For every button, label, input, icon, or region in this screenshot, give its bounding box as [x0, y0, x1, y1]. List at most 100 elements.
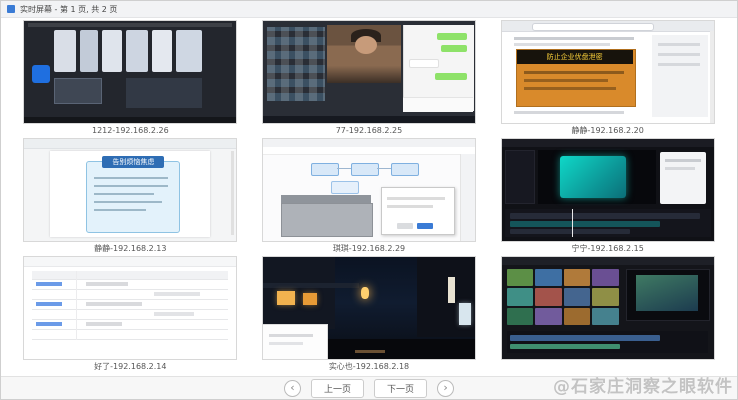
toolbar: [24, 257, 236, 267]
table-row-line: [32, 289, 228, 290]
editor-topbar: [502, 139, 714, 147]
screen-caption: 77-192.168.2.25: [336, 125, 403, 137]
next-page-button[interactable]: 下一页: [374, 379, 427, 398]
media-tile: [592, 308, 619, 325]
media-tile: [564, 288, 591, 305]
address-bar: [532, 23, 654, 31]
mini-window: [126, 78, 202, 108]
table-cell-text: [154, 292, 200, 296]
roof-line: [263, 283, 359, 288]
next-page-arrow-button[interactable]: ›: [437, 380, 454, 397]
screen-thumbnail-3[interactable]: 防止企业优盘泄密: [502, 21, 714, 123]
sidebar-panel: [652, 35, 708, 117]
flowchart-connector: [377, 168, 391, 169]
note-title-text: 告别烦恼焦虑: [112, 157, 154, 167]
screen-caption: 好了-192.168.2.14: [94, 361, 166, 373]
screen-thumbnail-8[interactable]: [263, 257, 475, 359]
screen-caption: 宁宁-192.168.2.15: [571, 243, 643, 255]
sidebar-line: [658, 43, 700, 46]
overlapping-window: [281, 203, 373, 237]
table-cell-text: [154, 312, 194, 316]
screen-cell: 1212-192.168.2.26: [24, 21, 236, 137]
timeline-track: [510, 213, 700, 219]
playhead: [572, 209, 573, 237]
screen-thumbnail-1[interactable]: [24, 21, 236, 123]
media-tile: [507, 308, 534, 325]
flowchart-connector: [337, 168, 351, 169]
vertical-sign: [448, 277, 455, 303]
editor-topbar: [502, 257, 714, 265]
screen-thumbnail-2[interactable]: [263, 21, 475, 123]
mini-window: [54, 78, 102, 104]
note-card: [86, 161, 180, 233]
screen-thumbnail-6[interactable]: [502, 139, 714, 241]
table-row-line: [32, 299, 228, 300]
media-grid: [507, 269, 619, 325]
lit-window: [303, 293, 317, 305]
poster-text-line: [524, 71, 624, 74]
screen-cell: 防止企业优盘泄密 静静-192.168.2.20: [502, 21, 714, 137]
table-row-line: [32, 279, 228, 280]
note-ribbon: 告别烦恼焦虑: [102, 156, 164, 168]
poster-banner-text: 防止企业优盘泄密: [547, 52, 603, 62]
window-text-line: [269, 342, 303, 345]
media-tile: [535, 288, 562, 305]
table-link: [36, 322, 62, 326]
screen-thumbnail-4[interactable]: 告别烦恼焦虑: [24, 139, 236, 241]
app-logo-icon: [32, 65, 50, 83]
mini-taskbar: [24, 117, 236, 123]
screen-cell: 实心也-192.168.2.18: [263, 257, 475, 373]
screen-caption: 琪琪-192.168.2.29: [333, 243, 405, 255]
prev-page-button[interactable]: 上一页: [311, 379, 364, 398]
building-left: [263, 257, 335, 329]
mini-taskbar: [28, 23, 232, 27]
dialog-line: [387, 197, 445, 200]
table-link: [36, 302, 62, 306]
table-row-line: [32, 309, 228, 310]
chat-input-area: [403, 97, 473, 112]
screen-grid: 1212-192.168.2.26 77-192.168.2.25: [1, 18, 737, 375]
table-cell-text: [86, 282, 128, 286]
note-line: [94, 209, 146, 211]
timeline-track: [510, 344, 620, 349]
mini-window: [152, 30, 172, 72]
flowchart-node: [331, 181, 359, 194]
chat-bubble: [409, 59, 439, 68]
media-tile: [507, 269, 534, 286]
app-icon: [7, 5, 15, 13]
lit-window: [277, 291, 295, 305]
scrollbar: [231, 151, 234, 235]
media-tile: [564, 269, 591, 286]
toolbar-row: [263, 147, 475, 155]
dialog-ok-button: [417, 223, 433, 229]
vending-machine: [459, 303, 471, 325]
timeline-track: [510, 221, 660, 227]
flowchart-node: [311, 163, 339, 176]
chat-bubble: [441, 45, 467, 52]
media-tile: [592, 269, 619, 286]
flowchart-node: [391, 163, 419, 176]
table-cell-text: [86, 322, 122, 326]
screen-thumbnail-7[interactable]: [24, 257, 236, 359]
title-bar: 实时屏幕 - 第 1 页, 共 2 页: [1, 1, 737, 18]
mini-window: [126, 30, 148, 72]
table-header: [32, 271, 228, 279]
light-reflection: [355, 350, 385, 353]
screen-cell: [502, 257, 714, 373]
table-row-line: [32, 329, 228, 330]
scrollbar: [710, 31, 714, 123]
desktop-icons: [267, 27, 325, 101]
table-row-line: [32, 319, 228, 320]
screen-cell: 77-192.168.2.25: [263, 21, 475, 137]
dialog-line: [665, 167, 695, 170]
chat-bubble: [435, 73, 467, 80]
toolbar: [24, 139, 236, 149]
screen-cell: 宁宁-192.168.2.15: [502, 139, 714, 255]
right-panel: [460, 154, 475, 241]
screen-thumbnail-5[interactable]: [263, 139, 475, 241]
text-line: [514, 111, 624, 114]
prev-page-arrow-button[interactable]: ‹: [284, 380, 301, 397]
note-line: [94, 201, 162, 203]
screen-thumbnail-9[interactable]: [502, 257, 714, 359]
overlapping-window-titlebar: [281, 195, 371, 203]
